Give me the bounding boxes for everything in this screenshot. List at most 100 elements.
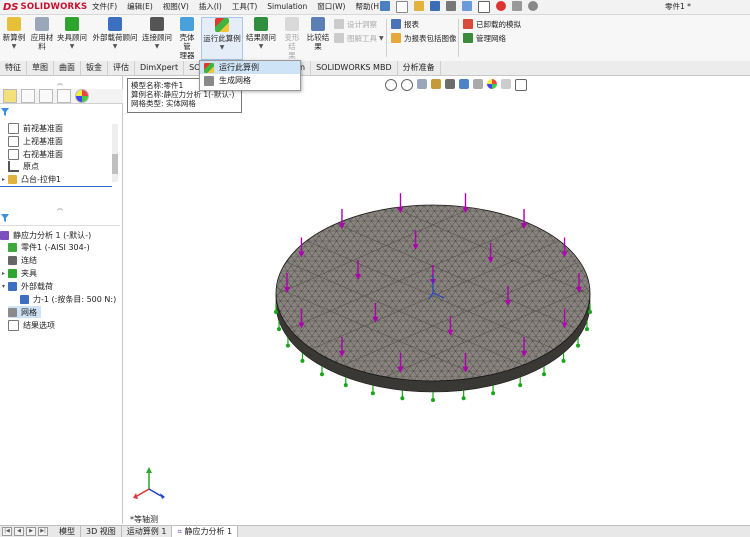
tree-item-top-plane[interactable]: 上视基准面: [8, 135, 63, 147]
unloaded-simulations-button[interactable]: 已卸载的模拟: [463, 18, 521, 30]
menu-insert[interactable]: 插入(I): [199, 1, 222, 13]
graphics-viewport[interactable]: [123, 76, 750, 524]
external-loads-advisor-button[interactable]: 外部载荷顾问 ▼: [92, 17, 138, 51]
tree-item-boss-extrude[interactable]: ▸ 凸台-拉伸1: [2, 173, 61, 185]
open-icon[interactable]: [414, 1, 424, 11]
menu-view[interactable]: 视图(V): [163, 1, 189, 13]
zoom-to-fit-icon[interactable]: [385, 79, 397, 91]
menu-window[interactable]: 窗口(W): [317, 1, 345, 13]
feature-manager-tab-icon[interactable]: [3, 89, 17, 103]
tree-item-part-material[interactable]: 零件1 (-AISI 304-): [8, 241, 90, 253]
tab-solidworks-mbd[interactable]: SOLIDWORKS MBD: [311, 61, 398, 75]
new-study-icon: [7, 17, 21, 31]
tab-evaluate[interactable]: 评估: [108, 61, 135, 75]
prev-tab-icon[interactable]: ◀: [14, 527, 24, 536]
undo-icon[interactable]: [462, 1, 472, 11]
tab-static-study[interactable]: ⌗ 静应力分析 1: [172, 526, 239, 537]
scene-icon[interactable]: [501, 79, 511, 89]
rollback-bar[interactable]: [0, 186, 112, 187]
tree-item-force-1[interactable]: 力-1 (:按条目: 500 N:): [20, 293, 116, 305]
results-advisor-label: 结果顾问: [246, 33, 276, 42]
compare-results-button[interactable]: 比较结 果: [306, 17, 330, 51]
deformed-result-button[interactable]: 变形结 果: [281, 17, 303, 60]
file-properties-icon[interactable]: [512, 1, 522, 11]
tab-surfaces[interactable]: 曲面: [54, 61, 81, 75]
display-manager-tab-icon[interactable]: [75, 89, 89, 103]
menu-tools[interactable]: 工具(T): [232, 1, 257, 13]
compare-results-icon: [311, 17, 325, 31]
panel-collapse-handle[interactable]: ︽: [0, 78, 120, 87]
meshed-disk-model[interactable]: [123, 76, 750, 524]
hide-show-items-icon[interactable]: [473, 79, 483, 89]
tab-sheet-metal[interactable]: 钣金: [81, 61, 108, 75]
zoom-to-area-icon[interactable]: [401, 79, 413, 91]
view-settings-icon[interactable]: [515, 79, 527, 91]
appearance-icon[interactable]: [487, 79, 497, 89]
configuration-manager-tab-icon[interactable]: [39, 89, 53, 103]
tree-item-static-study[interactable]: 静应力分析 1 (-默认-): [0, 229, 91, 241]
save-icon[interactable]: [430, 1, 440, 11]
menu-edit[interactable]: 编辑(E): [127, 1, 153, 13]
panel-splitter-handle[interactable]: ︽: [0, 203, 120, 212]
dimxpert-manager-tab-icon[interactable]: [57, 89, 71, 103]
origin-icon: [8, 160, 19, 172]
tree-item-label: 右视基准面: [23, 149, 63, 159]
feature-tree-scrollbar[interactable]: [112, 124, 118, 182]
first-tab-icon[interactable]: |◀: [2, 527, 12, 536]
shell-manager-button[interactable]: 壳体管 理器: [176, 17, 198, 60]
tree-item-connections[interactable]: 连结: [8, 254, 37, 266]
tree-item-mesh[interactable]: 网格: [8, 306, 41, 318]
property-manager-tab-icon[interactable]: [21, 89, 35, 103]
tab-sketch[interactable]: 草图: [27, 61, 54, 75]
pin-icon[interactable]: [380, 1, 390, 11]
result-options-icon: [8, 319, 19, 331]
filter-icon[interactable]: [0, 107, 10, 117]
run-study-button[interactable]: 运行此算例 ▼: [201, 17, 243, 60]
results-advisor-button[interactable]: 结果顾问 ▼: [245, 17, 277, 51]
tree-item-right-plane[interactable]: 右视基准面: [8, 148, 63, 160]
tree-item-front-plane[interactable]: 前视基准面: [8, 122, 63, 134]
tab-features[interactable]: 特征: [0, 61, 27, 75]
next-tab-icon[interactable]: ▶: [26, 527, 36, 536]
tab-3d-view[interactable]: 3D 视图: [81, 526, 122, 537]
filter-icon[interactable]: [0, 213, 10, 223]
report-button[interactable]: 报表: [391, 18, 419, 30]
design-insight-button[interactable]: 设计洞察: [334, 18, 377, 30]
plot-tools-button[interactable]: 图解工具 ▼: [334, 32, 384, 44]
print-icon[interactable]: [446, 1, 456, 11]
include-image-button[interactable]: 为报表包括图像: [391, 32, 457, 44]
options-gear-icon[interactable]: [528, 1, 538, 11]
unloaded-simulations-label: 已卸载的模拟: [476, 19, 521, 29]
display-style-icon[interactable]: [459, 79, 469, 89]
tab-analysis-preparation[interactable]: 分析准备: [398, 61, 441, 75]
new-study-button[interactable]: 新算例 ▼: [2, 17, 26, 51]
tree-item-external-loads[interactable]: ▾ 外部载荷: [2, 280, 53, 292]
tree-item-result-options[interactable]: 结果选项: [8, 319, 55, 331]
tree-item-origin[interactable]: 原点: [8, 160, 39, 172]
apply-material-button[interactable]: 应用材 料: [30, 17, 54, 51]
menu-file[interactable]: 文件(F): [92, 1, 117, 13]
connections-advisor-button[interactable]: 连接顾问 ▼: [141, 17, 173, 51]
rebuild-icon[interactable]: [496, 1, 506, 11]
fixtures-advisor-label: 夹具顾问: [57, 33, 87, 42]
last-tab-icon[interactable]: ▶|: [38, 527, 48, 536]
document-title: 零件1 *: [665, 2, 691, 11]
manage-network-button[interactable]: 管理网络: [463, 32, 506, 44]
fixtures-advisor-button[interactable]: 夹具顾问 ▼: [57, 17, 87, 51]
previous-view-icon[interactable]: [417, 79, 427, 89]
chevron-down-icon[interactable]: ▼: [220, 43, 225, 52]
menu-help[interactable]: 帮助(H): [356, 1, 383, 13]
select-cursor-icon[interactable]: [478, 1, 490, 13]
view-orientation-icon[interactable]: [445, 79, 455, 89]
tab-dimxpert[interactable]: DimXpert: [135, 61, 185, 75]
new-document-icon[interactable]: [396, 1, 408, 13]
solidworks-logo[interactable]: DS SOLIDWORKS: [3, 1, 87, 13]
menu-simulation[interactable]: Simulation: [267, 1, 307, 13]
tree-item-fixtures[interactable]: ▸ 夹具: [2, 267, 37, 279]
section-view-icon[interactable]: [431, 79, 441, 89]
tab-model[interactable]: 模型: [54, 526, 81, 537]
menu-item-create-mesh[interactable]: 生成网格: [200, 74, 300, 87]
menu-item-run-study[interactable]: 运行此算例: [200, 61, 300, 74]
scrollbar-thumb[interactable]: [112, 154, 118, 174]
tab-motion-study[interactable]: 运动算例 1: [122, 526, 173, 537]
